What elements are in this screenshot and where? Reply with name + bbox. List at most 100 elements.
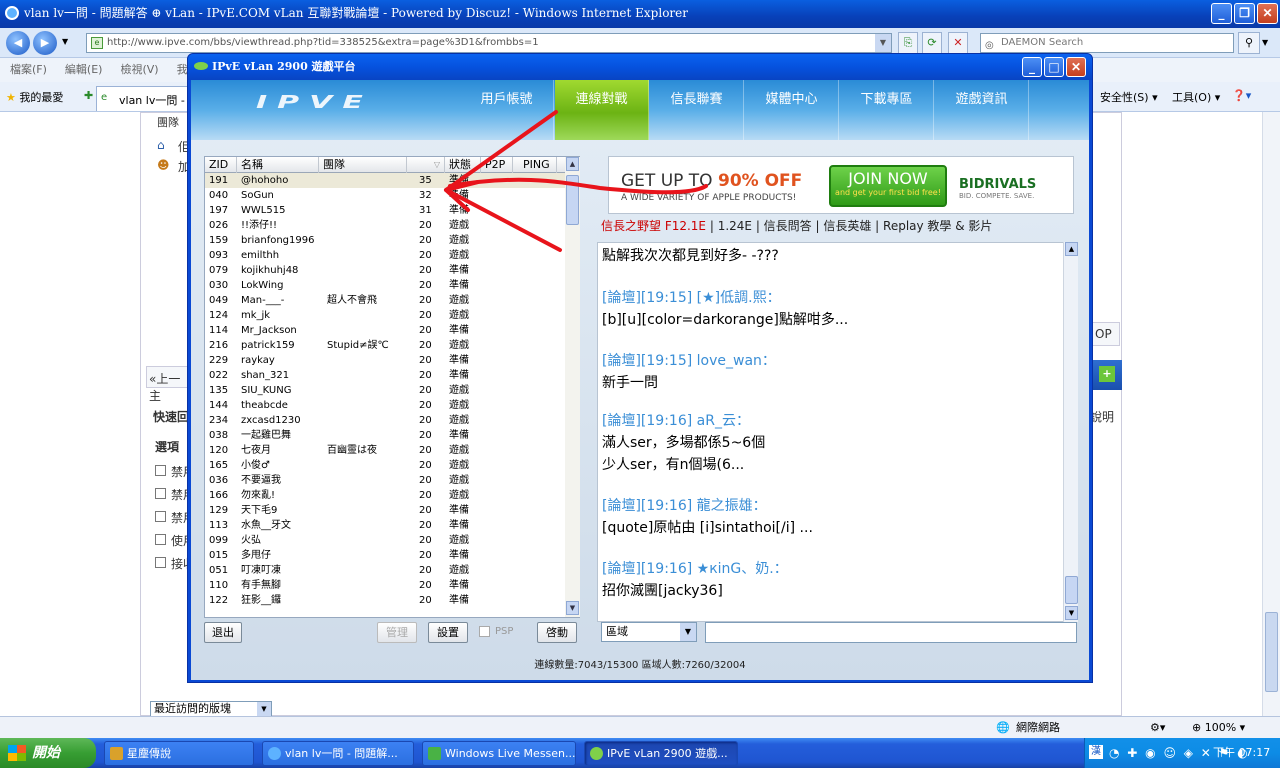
nav-game-info[interactable]: 遊戲資訊 (935, 80, 1029, 140)
table-row[interactable]: 129 天下毛9 20 準備 (205, 503, 565, 518)
table-row[interactable]: 124 mk_jk 20 遊戲 (205, 308, 565, 323)
settings-button[interactable]: 設置 (428, 622, 468, 643)
col-level[interactable]: ▽ (407, 157, 445, 173)
table-scrollbar-thumb[interactable] (566, 175, 579, 225)
option-checkbox-1[interactable] (155, 465, 166, 476)
table-row[interactable]: 135 SIU_KUNG 20 遊戲 (205, 383, 565, 398)
vlan-close-button[interactable]: ✕ (1066, 57, 1086, 77)
scroll-up-icon[interactable]: ▲ (566, 157, 579, 171)
col-team[interactable]: 團隊 (319, 157, 407, 173)
zoom-control[interactable]: ⊕ 100% ▾ (1192, 717, 1245, 739)
table-row[interactable]: 038 一起雞巴舞 20 準備 (205, 428, 565, 443)
task-ie[interactable]: vlan lv一問 - 問題解... (262, 741, 414, 766)
table-row[interactable]: 079 kojikhuhj48 20 準備 (205, 263, 565, 278)
table-row[interactable]: 114 Mr_Jackson 20 準備 (205, 323, 565, 338)
compat-icon[interactable]: ⎘ (898, 32, 918, 54)
start-button[interactable]: 啓動 (537, 622, 577, 643)
table-row[interactable]: 026 !!添仔!! 20 遊戲 (205, 218, 565, 233)
stop-icon[interactable]: ✕ (948, 32, 968, 54)
start-button[interactable]: 開始 (0, 738, 96, 768)
ad-banner[interactable]: GET UP TO 90% OFF A WIDE VARIETY OF APPL… (608, 156, 1074, 214)
table-row[interactable]: 030 LokWing 20 準備 (205, 278, 565, 293)
nav-league[interactable]: 信長聯賽 (650, 80, 744, 140)
search-input[interactable]: ◎ DAEMON Search (980, 33, 1234, 53)
refresh-icon[interactable]: ⟳ (922, 32, 942, 54)
menu-file[interactable]: 檔案(F) (10, 63, 47, 76)
col-p2p[interactable]: P2P (481, 157, 513, 173)
table-row[interactable]: 113 水魚__牙文 20 準備 (205, 518, 565, 533)
table-row[interactable]: 234 zxcasd1230 20 遊戲 (205, 413, 565, 428)
menu-view[interactable]: 檢視(V) (120, 63, 158, 76)
table-row[interactable]: 229 raykay 20 準備 (205, 353, 565, 368)
vlan-maximize-button[interactable]: □ (1044, 57, 1064, 77)
add-favorite-icon[interactable]: ✚ (84, 89, 93, 102)
link-nobunaga[interactable]: 信長之野望 F12.1E (601, 219, 706, 233)
forward-button[interactable]: ▶ (33, 31, 57, 55)
table-row[interactable]: 049 Man-___- 超人不會飛 20 遊戲 (205, 293, 565, 308)
favorites-button[interactable]: ★ 我的最愛 (6, 89, 63, 105)
tools-menu[interactable]: 工具(O) ▾ (1172, 89, 1220, 105)
exit-button[interactable]: 退出 (204, 622, 242, 643)
table-row[interactable]: 122 狂影__鑼 20 準備 (205, 593, 565, 608)
scroll-down-icon[interactable]: ▼ (566, 601, 579, 615)
task-messenger[interactable]: Windows Live Messen... (422, 741, 576, 766)
table-row[interactable]: 120 七夜月 百幽靈は夜 20 遊戲 (205, 443, 565, 458)
chat-scroll-up-icon[interactable]: ▲ (1065, 242, 1078, 256)
option-checkbox-4[interactable] (155, 534, 166, 545)
menu-edit[interactable]: 編輯(E) (65, 63, 103, 76)
col-status[interactable]: 狀態 (445, 157, 481, 173)
address-bar[interactable]: e http://www.ipve.com/bbs/viewthread.php… (86, 33, 892, 53)
vlan-minimize-button[interactable]: _ (1022, 57, 1042, 77)
manage-button[interactable]: 管理 (377, 622, 417, 643)
link-others[interactable]: | 1.24E | 信長問答 | 信長英雄 | Replay 教學 & 影片 (706, 219, 993, 233)
safety-menu[interactable]: 安全性(S) ▾ (1100, 89, 1158, 105)
col-ping[interactable]: PING (513, 157, 557, 173)
explain-link[interactable]: 說明 (1090, 408, 1114, 425)
search-icon[interactable]: ⚲ (1238, 32, 1260, 54)
ad-join-button[interactable]: JOIN NOW and get your first bid free! (829, 165, 947, 207)
channel-select[interactable]: 區域 ▼ (601, 622, 697, 642)
channel-dropdown-icon[interactable]: ▼ (680, 623, 696, 641)
table-row[interactable]: 099 火弘 20 遊戲 (205, 533, 565, 548)
table-row[interactable]: 040 SoGun 32 準備 (205, 188, 565, 203)
prev-thread-link[interactable]: «上一主 (146, 366, 192, 403)
page-scrollbar-thumb[interactable] (1265, 612, 1278, 692)
help-icon[interactable]: ❓▾ (1232, 89, 1251, 102)
top-button[interactable]: OP (1092, 322, 1120, 346)
table-scrollbar[interactable]: ▲ ▼ (565, 157, 580, 617)
expand-panel[interactable]: + (1092, 360, 1122, 390)
minimize-button[interactable]: _ (1211, 3, 1232, 24)
option-checkbox-2[interactable] (155, 488, 166, 499)
search-options-icon[interactable]: ▼ (1262, 38, 1268, 47)
nav-download[interactable]: 下載專區 (840, 80, 934, 140)
chat-scrollbar[interactable]: ▲ ▼ (1063, 242, 1078, 622)
history-dropdown-icon[interactable]: ▼ (62, 37, 68, 46)
nav-online-battle[interactable]: 連線對戰 (555, 80, 649, 140)
menu-favorites[interactable]: 我 (177, 63, 188, 76)
vlan-title-bar[interactable]: IPvE vLan 2900 遊戲平台 _ □ ✕ (188, 54, 1092, 80)
nav-user-account[interactable]: 用戶帳號 (460, 80, 554, 140)
psp-checkbox[interactable] (479, 626, 490, 637)
nav-media[interactable]: 媒體中心 (745, 80, 839, 140)
table-row[interactable]: 022 shan_321 20 準備 (205, 368, 565, 383)
table-row[interactable]: 051 叮凍叮凍 20 遊戲 (205, 563, 565, 578)
page-scrollbar[interactable] (1262, 112, 1280, 716)
back-button[interactable]: ◀ (6, 31, 30, 55)
table-row[interactable]: 036 不要逼我 20 遊戲 (205, 473, 565, 488)
tab-current[interactable]: e vlan lv一問 - ... (96, 86, 196, 121)
task-vlan[interactable]: IPvE vLan 2900 遊戲... (584, 741, 738, 766)
chat-scrollbar-thumb[interactable] (1065, 576, 1078, 604)
recent-forums-select[interactable]: 最近訪問的版塊 ▼ (150, 701, 272, 717)
table-row[interactable]: 110 有手無腳 20 準備 (205, 578, 565, 593)
chat-scroll-down-icon[interactable]: ▼ (1065, 606, 1078, 620)
table-row[interactable]: 166 勿來亂! 20 遊戲 (205, 488, 565, 503)
task-star-legend[interactable]: 星塵傳說 (104, 741, 254, 766)
table-row[interactable]: 144 theabcde 20 遊戲 (205, 398, 565, 413)
address-dropdown-icon[interactable]: ▼ (875, 34, 891, 52)
maximize-button[interactable]: ❐ (1234, 3, 1255, 24)
option-checkbox-3[interactable] (155, 511, 166, 522)
col-zid[interactable]: ZID (205, 157, 237, 173)
col-name[interactable]: 名稱 (237, 157, 319, 173)
table-row[interactable]: 015 多甩仔 20 準備 (205, 548, 565, 563)
clock[interactable]: 下午 07:17 (1213, 738, 1270, 768)
